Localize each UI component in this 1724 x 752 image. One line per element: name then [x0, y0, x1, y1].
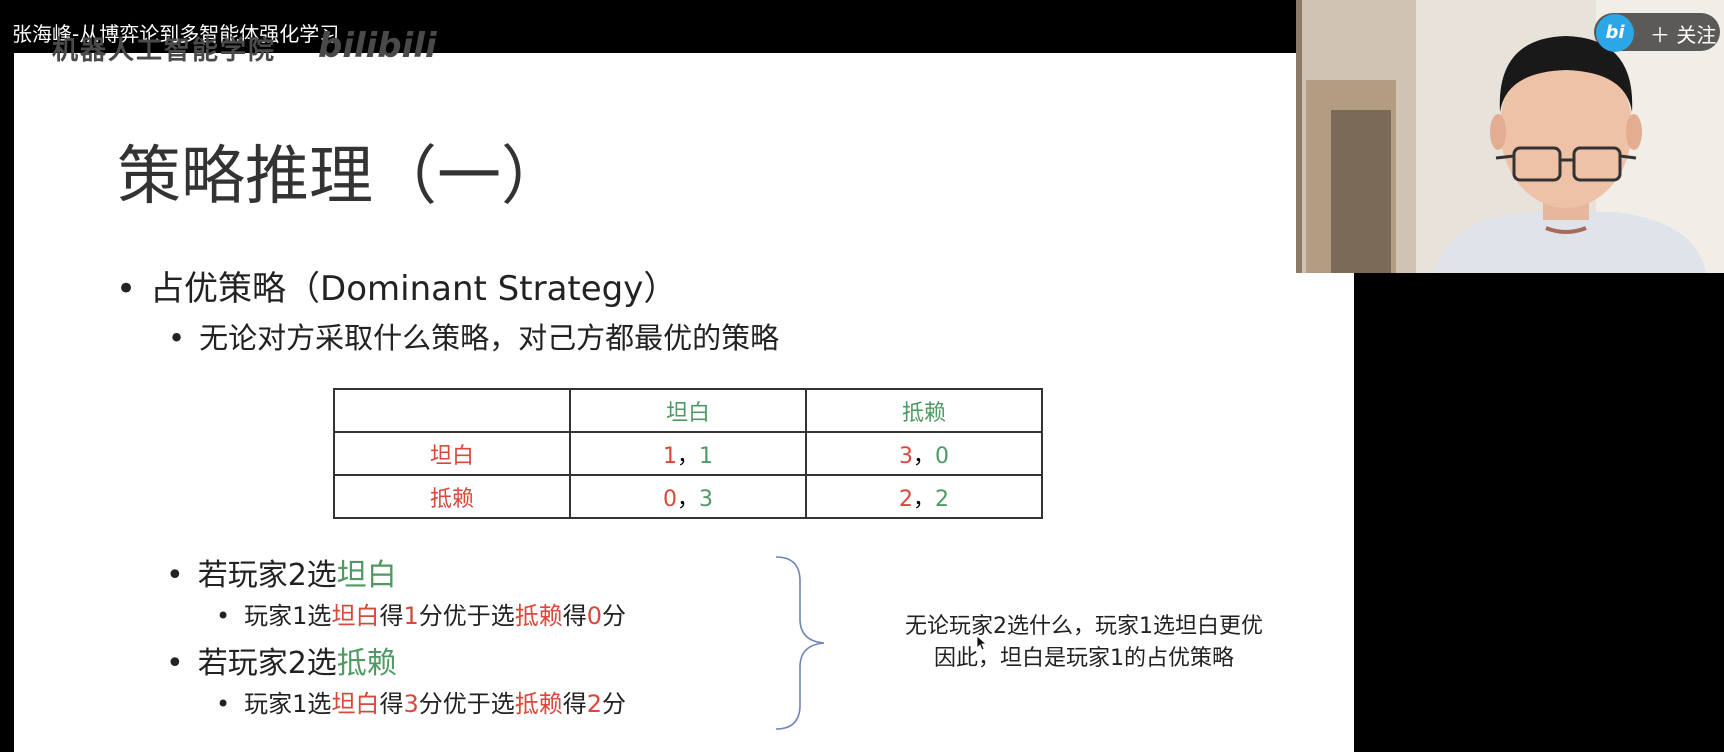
detail-choice: 坦白	[331, 602, 380, 630]
table-row-label: 抵赖	[333, 474, 571, 519]
payoff-separator: ，	[676, 443, 699, 469]
conclusion-line: 无论玩家2选什么，玩家1选坦白更优	[905, 614, 1263, 639]
slide-title: 策略推理（一）	[117, 140, 565, 214]
case-choice: 抵赖	[336, 646, 397, 681]
table-cell: 3，0	[805, 431, 1043, 476]
detail-text: 得	[379, 602, 404, 630]
table-header-row: 坦白 抵赖	[333, 388, 1043, 433]
table-cell: 0，3	[569, 474, 807, 519]
detail-score: 3	[403, 690, 419, 718]
table-cell: 1，1	[569, 431, 807, 476]
conclusion-line: 因此，坦白是玩家1的占优策略	[934, 646, 1234, 671]
bilibili-watermark-logo: bilibili	[318, 26, 437, 66]
table-header-col: 坦白	[569, 388, 807, 433]
bullet-case-deny-detail: • 玩家1选坦白得3分优于选抵赖得2分	[216, 690, 626, 718]
right-brace-icon	[775, 556, 825, 730]
bilibili-logo-icon[interactable]: bi	[1596, 14, 1634, 52]
conclusion-text: 无论玩家2选什么，玩家1选坦白更优 因此，坦白是玩家1的占优策略	[864, 611, 1304, 675]
payoff-matrix: 坦白 抵赖 坦白 1，1 3，0 抵赖 0，3 2，2	[333, 388, 1043, 519]
detail-text: 得	[562, 602, 587, 630]
detail-score: 1	[403, 602, 419, 630]
payoff-separator: ，	[912, 486, 935, 512]
payoff-player2: 1	[699, 443, 713, 469]
payoff-player2: 2	[935, 486, 949, 512]
detail-score: 0	[586, 602, 602, 630]
detail-choice: 坦白	[331, 690, 380, 718]
case-prefix: 若玩家2选	[197, 558, 337, 593]
detail-text: 得	[379, 690, 404, 718]
bullet-dominant-strategy: • 占优策略（Dominant Strategy）	[116, 269, 678, 309]
payoff-separator: ，	[912, 443, 935, 469]
payoff-player2: 0	[935, 443, 949, 469]
detail-text: 玩家1选	[244, 690, 332, 718]
case-prefix: 若玩家2选	[197, 646, 337, 681]
bullet-text: 占优策略（Dominant Strategy）	[150, 269, 678, 309]
payoff-player1: 2	[898, 486, 913, 512]
detail-choice: 抵赖	[514, 690, 563, 718]
table-cell: 2，2	[805, 474, 1043, 519]
payoff-player1: 0	[662, 486, 677, 512]
bullet-text: 无论对方采取什么策略，对己方都最优的策略	[199, 321, 780, 355]
table-header-col: 抵赖	[805, 388, 1043, 433]
table-row: 坦白 1，1 3，0	[333, 431, 1043, 476]
detail-score: 2	[586, 690, 602, 718]
table-row-label: 坦白	[333, 431, 571, 476]
detail-text: 得	[562, 690, 587, 718]
bullet-case-confess: • 若玩家2选坦白	[166, 558, 397, 593]
watermark-text: 机器人工智能学院	[52, 36, 277, 66]
case-choice: 坦白	[336, 558, 397, 593]
bullet-case-deny: • 若玩家2选抵赖	[166, 646, 397, 681]
detail-choice: 抵赖	[514, 602, 563, 630]
detail-text: 分	[602, 690, 626, 718]
detail-text: 分	[602, 602, 626, 630]
detail-text: 分优于选	[418, 602, 515, 630]
payoff-player1: 3	[898, 443, 913, 469]
lecture-slide: 策略推理（一） • 占优策略（Dominant Strategy） • 无论对方采取…	[14, 53, 1354, 752]
bullet-definition: • 无论对方采取什么策略，对己方都最优的策略	[168, 321, 780, 355]
bullet-case-confess-detail: • 玩家1选坦白得1分优于选抵赖得0分	[216, 602, 626, 630]
table-row: 抵赖 0，3 2，2	[333, 474, 1043, 519]
payoff-separator: ，	[676, 486, 699, 512]
payoff-player1: 1	[662, 443, 677, 469]
mouse-cursor-icon	[976, 635, 988, 651]
detail-text: 玩家1选	[244, 602, 332, 630]
payoff-player2: 3	[699, 486, 713, 512]
follow-button[interactable]: ＋ 关注	[1650, 19, 1716, 48]
table-header-empty	[333, 388, 571, 433]
detail-text: 分优于选	[418, 690, 515, 718]
